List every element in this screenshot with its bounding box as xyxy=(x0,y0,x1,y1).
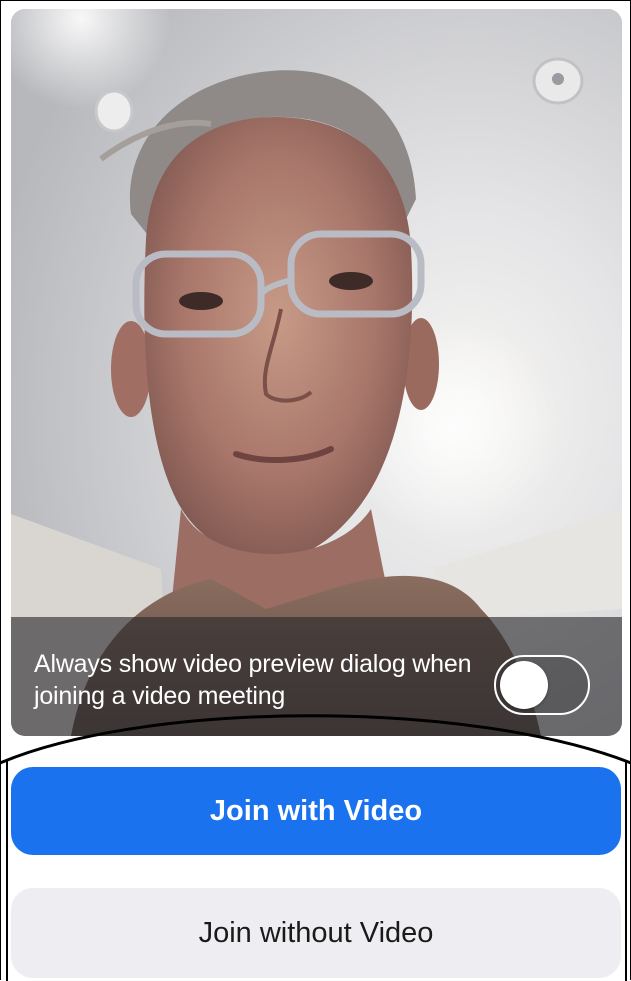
toggle-knob xyxy=(500,661,548,709)
always-show-preview-toggle[interactable] xyxy=(494,655,590,715)
video-preview: Always show video preview dialog when jo… xyxy=(11,9,622,736)
preview-setting-bar: Always show video preview dialog when jo… xyxy=(11,617,622,736)
join-with-video-button[interactable]: Join with Video xyxy=(11,767,621,855)
join-without-video-button[interactable]: Join without Video xyxy=(11,888,621,978)
app-frame: Always show video preview dialog when jo… xyxy=(0,0,631,980)
always-show-preview-label: Always show video preview dialog when jo… xyxy=(34,650,472,710)
